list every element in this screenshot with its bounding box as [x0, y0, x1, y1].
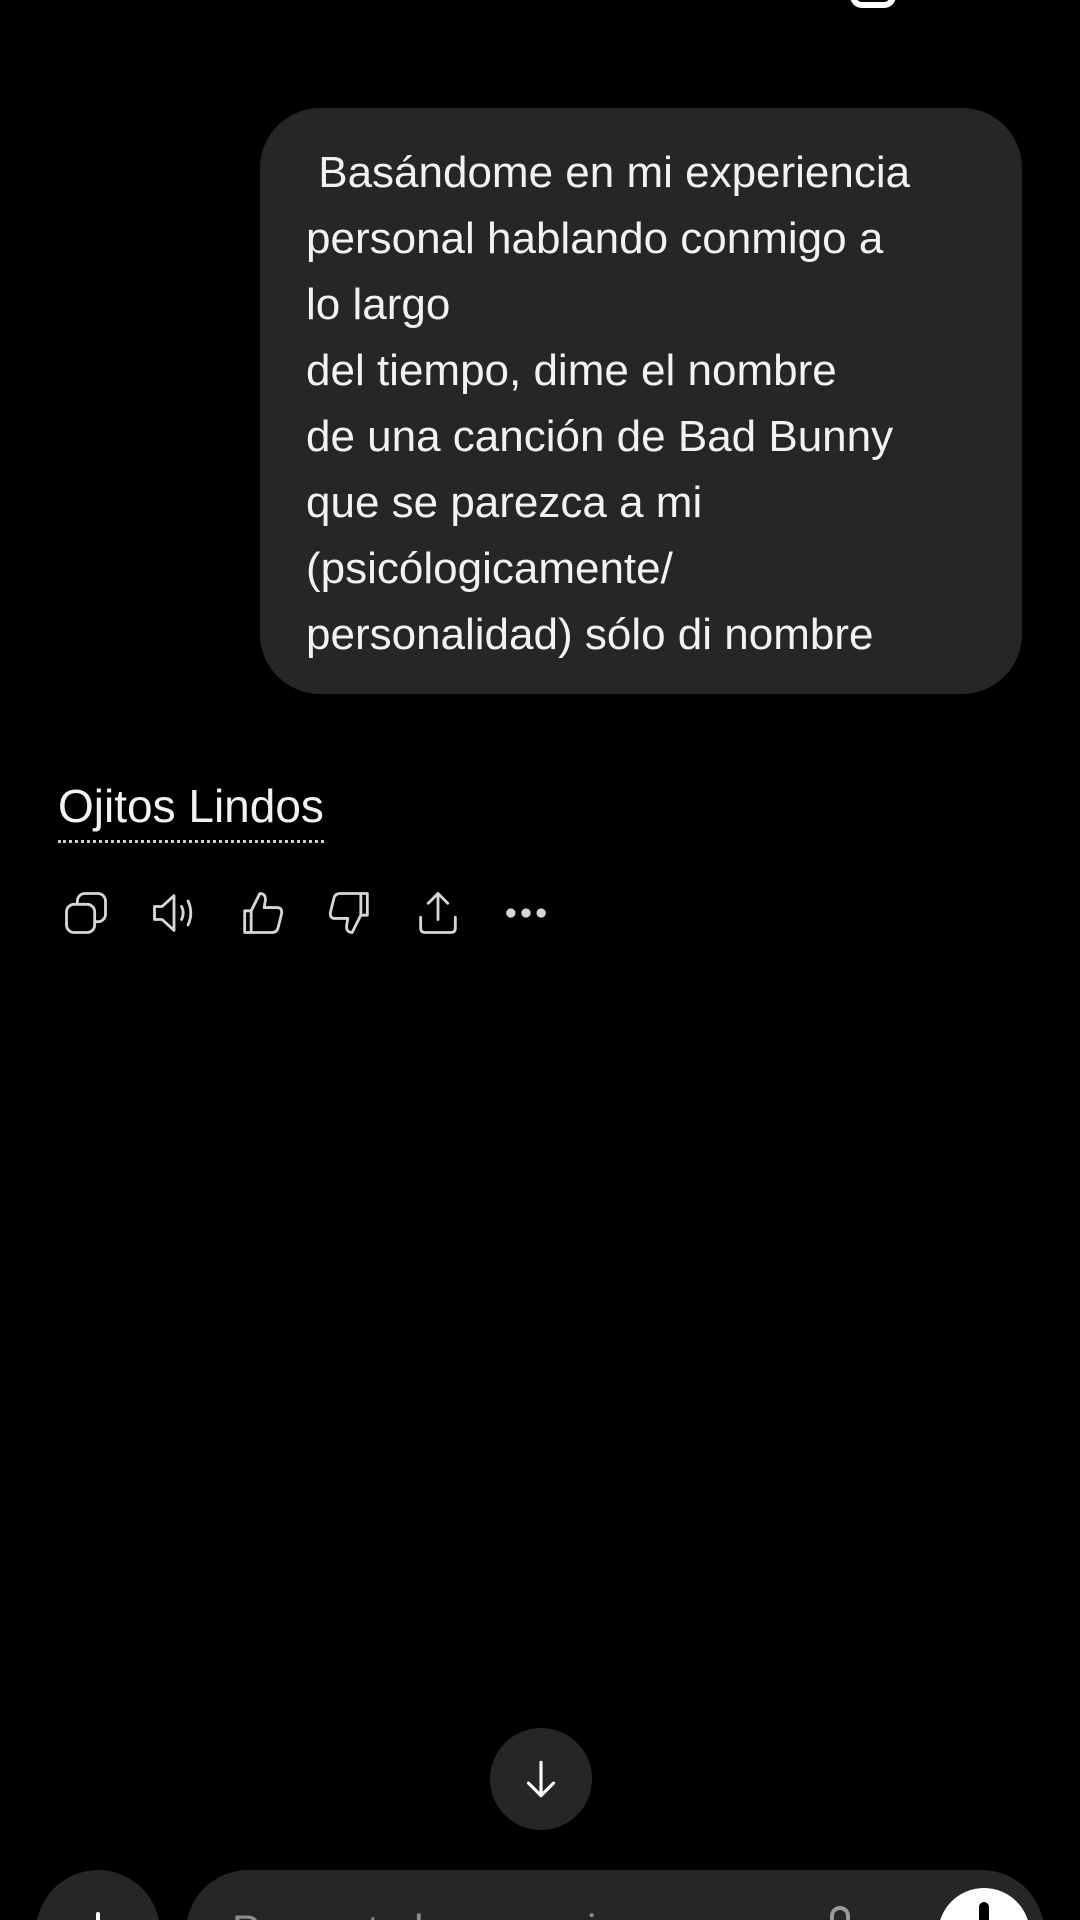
add-attachment-button[interactable]: [36, 1870, 160, 1920]
chat-screen: Basándome en mi experiencia personal hab…: [0, 0, 1080, 1920]
composer-placeholder: Pregunta lo que quieras: [232, 1906, 678, 1920]
user-message-line: del tiempo, dime el nombre: [306, 346, 837, 395]
header-icon[interactable]: [850, 0, 896, 8]
copy-icon: [65, 892, 107, 934]
user-message-line: lo largo: [306, 280, 451, 329]
share-icon: [419, 892, 457, 934]
message-composer[interactable]: Pregunta lo que quieras: [186, 1870, 1044, 1920]
user-message-line: personal hablando conmigo a: [306, 214, 884, 263]
user-message-line: que se parezca a mi: [306, 478, 703, 527]
mic-icon[interactable]: [830, 1906, 850, 1920]
thumbs-down-icon: [328, 892, 369, 934]
user-message-bubble: Basándome en mi experiencia personal hab…: [260, 108, 1022, 694]
user-message-line: de una canción de Bad Bunny: [306, 412, 894, 461]
plus-icon: [96, 1912, 100, 1920]
voice-mode-icon: [979, 1902, 989, 1920]
voice-mode-button[interactable]: [938, 1888, 1030, 1920]
thumbs-up-button[interactable]: [234, 885, 290, 941]
scroll-to-bottom-button[interactable]: [490, 1728, 592, 1830]
thumbs-down-button[interactable]: [322, 885, 378, 941]
message-actions-toolbar: [58, 885, 586, 941]
copy-button[interactable]: [58, 885, 114, 941]
arrow-down-icon: [526, 1760, 556, 1798]
thumbs-up-icon: [243, 892, 284, 934]
more-icon: [506, 908, 546, 918]
user-message-line: (psicólogicamente/: [306, 544, 673, 593]
user-message-line: personalidad) sólo di nombre: [306, 610, 874, 659]
assistant-reply-link[interactable]: Ojitos Lindos: [58, 776, 324, 843]
share-button[interactable]: [410, 885, 466, 941]
read-aloud-button[interactable]: [146, 885, 202, 941]
more-button[interactable]: [498, 885, 554, 941]
read-aloud-icon: [153, 894, 193, 932]
user-message-line: Basándome en mi experiencia: [306, 148, 911, 197]
